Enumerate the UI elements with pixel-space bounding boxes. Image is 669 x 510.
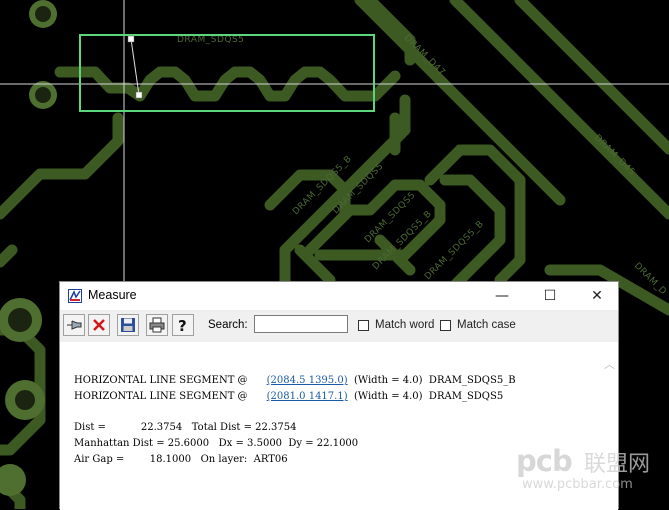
segment-type: HORIZONTAL LINE SEGMENT @ [74,391,248,402]
watermark-brand: pcb [516,444,573,478]
distance-line: Dist = 22.3754 Total Dist = 22.3754 [74,422,297,433]
floppy-disk-icon [121,318,135,332]
segment-line: HORIZONTAL LINE SEGMENT @ (2081.0 1417.1… [74,391,503,403]
trace-label: DRAM_SDQS5 [177,35,244,45]
manhattan-line: Manhattan Dist = 25.6000 Dx = 3.5000 Dy … [74,438,359,449]
save-button[interactable] [117,314,139,336]
match-case-checkbox[interactable] [440,320,451,331]
window-title: Measure [88,288,137,302]
match-word-checkbox[interactable] [358,320,369,331]
search-input[interactable] [254,315,348,333]
close-icon: ✕ [591,288,603,304]
printer-icon [149,317,165,333]
segment-details: (Width = 4.0) DRAM_SDQS5 [353,391,504,402]
watermark-brand-cn: 联盟网 [584,452,651,477]
pin-icon [67,320,82,330]
scroll-up-icon[interactable]: ︿ [604,356,615,372]
help-button[interactable]: ? [172,314,194,336]
print-button[interactable] [146,314,168,336]
title-bar[interactable]: Measure — ☐ ✕ [60,282,618,310]
pin-button[interactable] [63,314,85,336]
match-case-label: Match case [457,319,516,331]
match-word-label: Match word [375,319,435,331]
segment-coordinate-link[interactable]: (2084.5 1395.0) [267,375,348,386]
red-x-icon [93,319,105,331]
measure-start-marker [127,35,135,43]
watermark-logo: pcb 联盟网 www.pcbbar.com [516,444,669,509]
close-button[interactable]: ✕ [574,282,620,310]
measure-app-icon [68,289,82,303]
minimize-button[interactable]: — [479,282,525,310]
help-question-icon: ? [178,317,187,333]
minimize-icon: — [495,288,509,304]
airgap-line: Air Gap = 18.1000 On layer: ART06 [74,454,288,465]
segment-coordinate-link[interactable]: (2081.0 1417.1) [267,391,348,402]
delete-button[interactable] [88,314,110,336]
segment-type: HORIZONTAL LINE SEGMENT @ [74,375,248,386]
toolbar: ? Search: Match word Match case [60,310,618,342]
segment-line: HORIZONTAL LINE SEGMENT @ (2084.5 1395.0… [74,375,516,387]
watermark-url: www.pcbbar.com [522,477,633,492]
measure-end-marker [135,91,143,99]
maximize-icon: ☐ [543,288,557,304]
search-label: Search: [208,319,248,331]
maximize-button[interactable]: ☐ [527,282,573,310]
svg-text:?: ? [178,317,187,333]
segment-details: (Width = 4.0) DRAM_SDQS5_B [353,375,516,386]
